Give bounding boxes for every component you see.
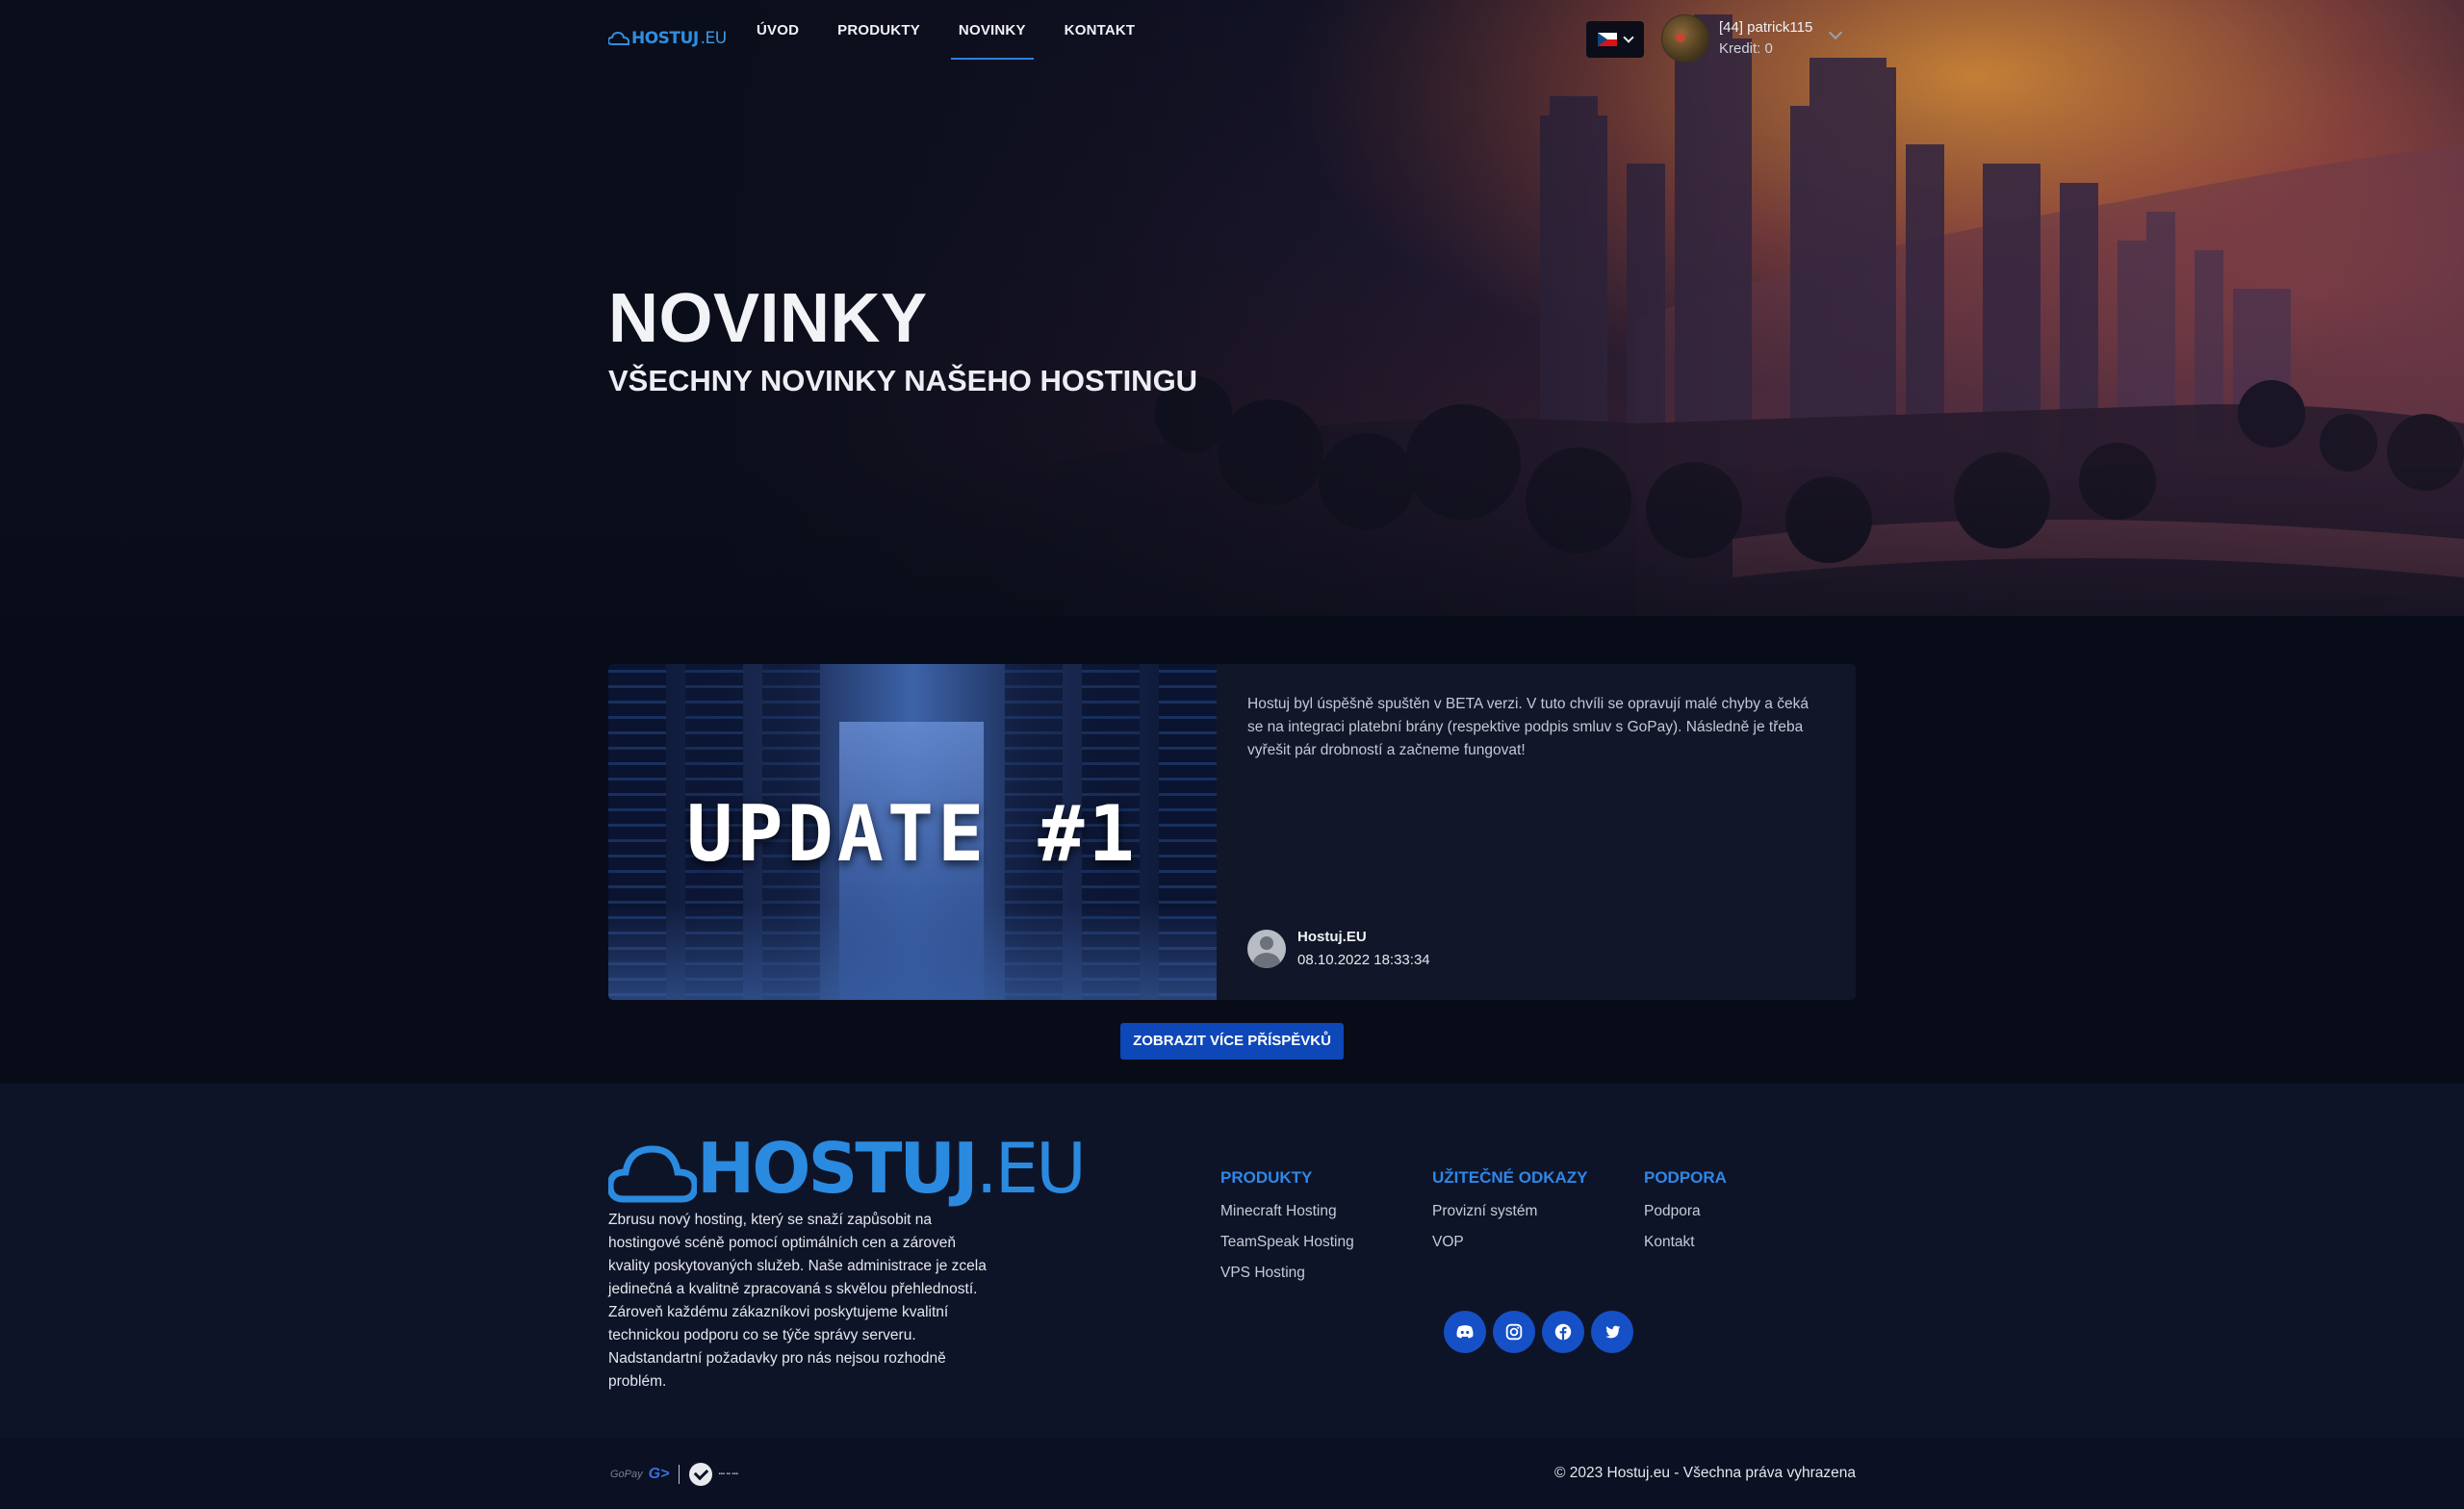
divider bbox=[679, 1465, 680, 1484]
czech-flag-icon bbox=[1598, 33, 1617, 46]
user-credit: Kredit: 0 bbox=[1719, 40, 1773, 57]
nav-item-produkty[interactable]: PRODUKTY bbox=[818, 0, 939, 62]
brand-name-suffix: .EU bbox=[700, 29, 728, 48]
post-image[interactable]: UPDATE #1 bbox=[608, 664, 1217, 1000]
footer-link-vps-hosting[interactable]: VPS Hosting bbox=[1220, 1258, 1354, 1289]
footer-link-teamspeak-hosting[interactable]: TeamSpeak Hosting bbox=[1220, 1227, 1354, 1258]
post-image-title: UPDATE #1 bbox=[686, 789, 1139, 879]
footer-bottom-bar bbox=[0, 1438, 2464, 1509]
verified-badge-logo: ▪▪▪ ▪▪ ▪▪▪ bbox=[718, 1471, 738, 1477]
avatar bbox=[1661, 14, 1709, 63]
facebook-button[interactable] bbox=[1542, 1311, 1584, 1353]
footer-column-title: UŽITEČNÉ ODKAZY bbox=[1432, 1168, 1588, 1187]
footer-column-produkty: PRODUKTY Minecraft Hosting TeamSpeak Hos… bbox=[1220, 1168, 1354, 1289]
server-floor bbox=[608, 905, 1217, 1000]
gopay-logo: GoPay bbox=[610, 1469, 643, 1480]
nav-links: ÚVOD PRODUKTY NOVINKY KONTAKT bbox=[737, 0, 1154, 62]
nav-item-novinky[interactable]: NOVINKY bbox=[939, 0, 1045, 62]
news-post-card: UPDATE #1 Hostuj byl úspěšně spuštěn v B… bbox=[608, 664, 1856, 1000]
brand-name-suffix: .EU bbox=[975, 1128, 1087, 1209]
user-menu[interactable]: [44] patrick115 Kredit: 0 bbox=[1661, 14, 1843, 63]
page-subtitle: VŠECHNY NOVINKY NAŠEHO HOSTINGU bbox=[608, 364, 1198, 397]
top-navigation: HOSTUJ .EU ÚVOD PRODUKTY NOVINKY KONTAKT … bbox=[608, 0, 1856, 77]
cloud-icon bbox=[608, 1145, 697, 1203]
footer-column-title: PODPORA bbox=[1644, 1168, 1727, 1187]
nav-item-uvod[interactable]: ÚVOD bbox=[737, 0, 818, 62]
verified-check-icon bbox=[689, 1463, 713, 1486]
instagram-button[interactable] bbox=[1493, 1311, 1535, 1353]
footer-link-terms[interactable]: VOP bbox=[1432, 1227, 1588, 1258]
brand-logo[interactable]: HOSTUJ .EU bbox=[608, 29, 727, 48]
post-author: Hostuj.EU 08.10.2022 18:33:34 bbox=[1247, 926, 1430, 972]
brand-name-bold: HOSTUJ bbox=[697, 1128, 979, 1209]
social-links bbox=[1444, 1311, 1633, 1353]
hero-banner bbox=[0, 0, 2464, 616]
nav-item-kontakt[interactable]: KONTAKT bbox=[1045, 0, 1155, 62]
footer-link-support[interactable]: Podpora bbox=[1644, 1196, 1727, 1227]
discord-icon bbox=[1456, 1325, 1474, 1339]
footer-column-support: PODPORA Podpora Kontakt bbox=[1644, 1168, 1727, 1258]
cloud-icon bbox=[608, 32, 629, 45]
brand-name-bold: HOSTUJ bbox=[631, 29, 699, 48]
chevron-down-icon bbox=[1623, 32, 1634, 43]
language-selector[interactable] bbox=[1586, 21, 1644, 58]
footer-link-minecraft-hosting[interactable]: Minecraft Hosting bbox=[1220, 1196, 1354, 1227]
post-date: 08.10.2022 18:33:34 bbox=[1297, 952, 1430, 968]
chevron-down-icon bbox=[1828, 25, 1843, 40]
nav-item-label: KONTAKT bbox=[1064, 22, 1136, 38]
author-name: Hostuj.EU bbox=[1297, 929, 1367, 945]
nav-item-label: ÚVOD bbox=[757, 22, 800, 38]
discord-button[interactable] bbox=[1444, 1311, 1486, 1353]
instagram-icon bbox=[1505, 1323, 1523, 1341]
show-more-posts-button[interactable]: ZOBRAZIT VÍCE PŘÍSPĚVKŮ bbox=[1120, 1023, 1344, 1060]
page-title: NOVINKY bbox=[608, 280, 928, 357]
footer-column-title: PRODUKTY bbox=[1220, 1168, 1313, 1187]
payment-logos: GoPay G> ▪▪▪ ▪▪ ▪▪▪ bbox=[610, 1463, 741, 1486]
user-name: [44] patrick115 bbox=[1719, 19, 1813, 36]
facebook-icon bbox=[1554, 1323, 1572, 1341]
footer-brand-logo[interactable]: HOSTUJ .EU bbox=[608, 1128, 1087, 1209]
footer-about-text: Zbrusu nový hosting, který se snaží zapů… bbox=[608, 1212, 987, 1390]
gopay-mark: G> bbox=[648, 1466, 670, 1482]
hero-bottom-fade bbox=[0, 462, 2464, 616]
footer-link-contact[interactable]: Kontakt bbox=[1644, 1227, 1727, 1258]
nav-item-label: NOVINKY bbox=[958, 22, 1026, 38]
nav-item-label: PRODUKTY bbox=[837, 22, 920, 38]
footer-column-useful-links: UŽITEČNÉ ODKAZY Provizní systém VOP bbox=[1432, 1168, 1588, 1258]
copyright-text: © 2023 Hostuj.eu - Všechna práva vyhraze… bbox=[1554, 1465, 1856, 1481]
twitter-icon bbox=[1605, 1325, 1621, 1339]
twitter-button[interactable] bbox=[1591, 1311, 1633, 1353]
post-body: Hostuj byl úspěšně spuštěn v BETA verzi.… bbox=[1247, 696, 1809, 758]
user-avatar-icon bbox=[1247, 930, 1286, 968]
footer-link-affiliate[interactable]: Provizní systém bbox=[1432, 1196, 1588, 1227]
